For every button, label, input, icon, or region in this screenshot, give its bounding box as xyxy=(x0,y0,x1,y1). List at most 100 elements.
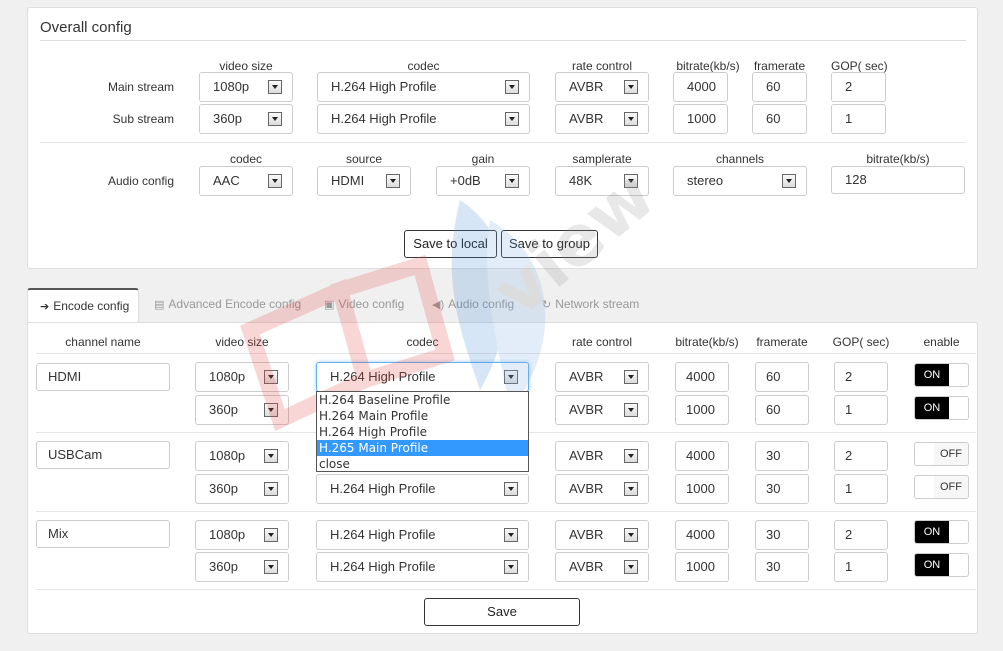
enc-header-rate-control: rate control xyxy=(571,335,633,349)
usbcam-sub-video-size-select[interactable]: 360p xyxy=(195,474,289,504)
audio-header-bitrate: bitrate(kb/s) xyxy=(866,152,930,166)
usbcam-sub-enable-toggle[interactable]: OFF xyxy=(914,475,969,499)
save-to-local-button[interactable]: Save to local xyxy=(404,230,497,258)
chevron-down-icon xyxy=(386,174,400,188)
chevron-down-icon xyxy=(624,403,638,417)
header-video-size: video size xyxy=(219,59,273,73)
main-video-size-select[interactable]: 1080p xyxy=(199,72,293,102)
header-framerate: framerate xyxy=(753,59,806,73)
enc-header-framerate: framerate xyxy=(756,335,808,349)
sub-codec-select[interactable]: H.264 High Profile xyxy=(317,104,530,134)
channel-name-input[interactable]: USBCam xyxy=(36,441,170,469)
main-rate-control-select[interactable]: AVBR xyxy=(555,72,649,102)
chevron-down-icon xyxy=(624,528,638,542)
codec-option[interactable]: H.264 Baseline Profile xyxy=(317,392,528,408)
mix-main-video-size-select[interactable]: 1080p xyxy=(195,520,289,550)
audio-gain-select[interactable]: +0dB xyxy=(436,166,530,196)
sub-bitrate-input[interactable]: 1000 xyxy=(673,104,728,134)
tab-advanced-encode-config[interactable]: ▤ Advanced Encode config xyxy=(154,288,301,322)
tab-video-config[interactable]: ▣ Video config xyxy=(324,288,404,322)
main-codec-select[interactable]: H.264 High Profile xyxy=(317,72,530,102)
sign-in-icon: ➔ xyxy=(40,301,50,313)
mix-main-enable-toggle[interactable]: ON xyxy=(914,520,969,544)
mix-sub-codec-select[interactable]: H.264 High Profile xyxy=(316,552,529,582)
hdmi-sub-framerate-input[interactable]: 60 xyxy=(755,395,809,425)
tab-network-stream[interactable]: ↻ Network stream xyxy=(542,288,639,322)
chevron-down-icon xyxy=(264,403,278,417)
hdmi-main-enable-toggle[interactable]: ON xyxy=(914,363,969,387)
usbcam-sub-rate-control-select[interactable]: AVBR xyxy=(555,474,649,504)
mix-main-rate-control-select[interactable]: AVBR xyxy=(555,520,649,550)
audio-bitrate-input[interactable]: 128 xyxy=(831,166,965,194)
hdmi-sub-enable-toggle[interactable]: ON xyxy=(914,396,969,420)
chevron-down-icon xyxy=(264,528,278,542)
hdmi-main-framerate-input[interactable]: 60 xyxy=(755,362,809,392)
chevron-down-icon xyxy=(264,370,278,384)
audio-codec-select[interactable]: AAC xyxy=(199,166,293,196)
mix-main-bitrate-input[interactable]: 4000 xyxy=(675,520,729,550)
audio-header-channels: channels xyxy=(715,152,765,166)
codec-option[interactable]: H.264 High Profile xyxy=(317,424,528,440)
row-divider xyxy=(36,511,976,512)
mix-main-codec-select[interactable]: H.264 High Profile xyxy=(316,520,529,550)
title-divider xyxy=(40,40,966,41)
file-icon: ▤ xyxy=(154,299,165,311)
chevron-down-icon xyxy=(264,449,278,463)
usbcam-sub-codec-select[interactable]: H.264 High Profile xyxy=(316,474,529,504)
mix-sub-rate-control-select[interactable]: AVBR xyxy=(555,552,649,582)
tab-audio-config[interactable]: ◀) Audio config xyxy=(432,288,514,322)
hdmi-sub-rate-control-select[interactable]: AVBR xyxy=(555,395,649,425)
hdmi-main-gop-input[interactable]: 2 xyxy=(834,362,888,392)
hdmi-main-bitrate-input[interactable]: 4000 xyxy=(675,362,729,392)
mix-sub-bitrate-input[interactable]: 1000 xyxy=(675,552,729,582)
sub-gop-input[interactable]: 1 xyxy=(831,104,886,134)
usbcam-main-enable-toggle[interactable]: OFF xyxy=(914,442,969,466)
audio-channels-select[interactable]: stereo xyxy=(673,166,807,196)
usbcam-sub-gop-input[interactable]: 1 xyxy=(834,474,888,504)
hdmi-sub-video-size-select[interactable]: 360p xyxy=(195,395,289,425)
hdmi-main-video-size-select[interactable]: 1080p xyxy=(195,362,289,392)
channel-name-input[interactable]: Mix xyxy=(36,520,170,548)
hdmi-sub-bitrate-input[interactable]: 1000 xyxy=(675,395,729,425)
audio-samplerate-select[interactable]: 48K xyxy=(555,166,649,196)
channel-name-input[interactable]: HDMI xyxy=(36,363,170,391)
overall-config-panel: Overall config video size codec rate con… xyxy=(27,7,978,269)
sub-framerate-input[interactable]: 60 xyxy=(752,104,807,134)
chevron-down-icon xyxy=(264,482,278,496)
chevron-down-icon xyxy=(268,80,282,94)
main-bitrate-input[interactable]: 4000 xyxy=(673,72,728,102)
mix-sub-gop-input[interactable]: 1 xyxy=(834,552,888,582)
chevron-down-icon xyxy=(504,528,518,542)
mix-sub-enable-toggle[interactable]: ON xyxy=(914,553,969,577)
audio-header-gain: gain xyxy=(471,152,495,166)
usbcam-main-rate-control-select[interactable]: AVBR xyxy=(555,441,649,471)
main-framerate-input[interactable]: 60 xyxy=(752,72,807,102)
usbcam-main-gop-input[interactable]: 2 xyxy=(834,441,888,471)
mix-sub-framerate-input[interactable]: 30 xyxy=(755,552,809,582)
codec-option[interactable]: H.264 Main Profile xyxy=(317,408,528,424)
save-button[interactable]: Save xyxy=(424,598,580,626)
usbcam-main-framerate-input[interactable]: 30 xyxy=(755,441,809,471)
usbcam-sub-bitrate-input[interactable]: 1000 xyxy=(675,474,729,504)
tab-encode-config[interactable]: ➔ Encode config xyxy=(27,288,139,322)
codec-option-highlighted[interactable]: H.265 Main Profile xyxy=(317,440,528,456)
save-to-group-button[interactable]: Save to group xyxy=(501,230,598,258)
mix-main-framerate-input[interactable]: 30 xyxy=(755,520,809,550)
chevron-down-icon xyxy=(268,174,282,188)
sub-video-size-select[interactable]: 360p xyxy=(199,104,293,134)
hdmi-sub-gop-input[interactable]: 1 xyxy=(834,395,888,425)
hdmi-main-rate-control-select[interactable]: AVBR xyxy=(555,362,649,392)
hdmi-main-codec-select[interactable]: H.264 High Profile xyxy=(316,362,529,392)
codec-option-close[interactable]: close xyxy=(317,456,528,472)
mix-sub-video-size-select[interactable]: 360p xyxy=(195,552,289,582)
main-gop-input[interactable]: 2 xyxy=(831,72,886,102)
mix-main-gop-input[interactable]: 2 xyxy=(834,520,888,550)
audio-source-select[interactable]: HDMI xyxy=(317,166,411,196)
chevron-down-icon xyxy=(504,560,518,574)
usbcam-sub-framerate-input[interactable]: 30 xyxy=(755,474,809,504)
header-divider xyxy=(36,353,976,354)
sub-rate-control-select[interactable]: AVBR xyxy=(555,104,649,134)
usbcam-main-video-size-select[interactable]: 1080p xyxy=(195,441,289,471)
usbcam-main-bitrate-input[interactable]: 4000 xyxy=(675,441,729,471)
chevron-down-icon xyxy=(504,370,518,384)
